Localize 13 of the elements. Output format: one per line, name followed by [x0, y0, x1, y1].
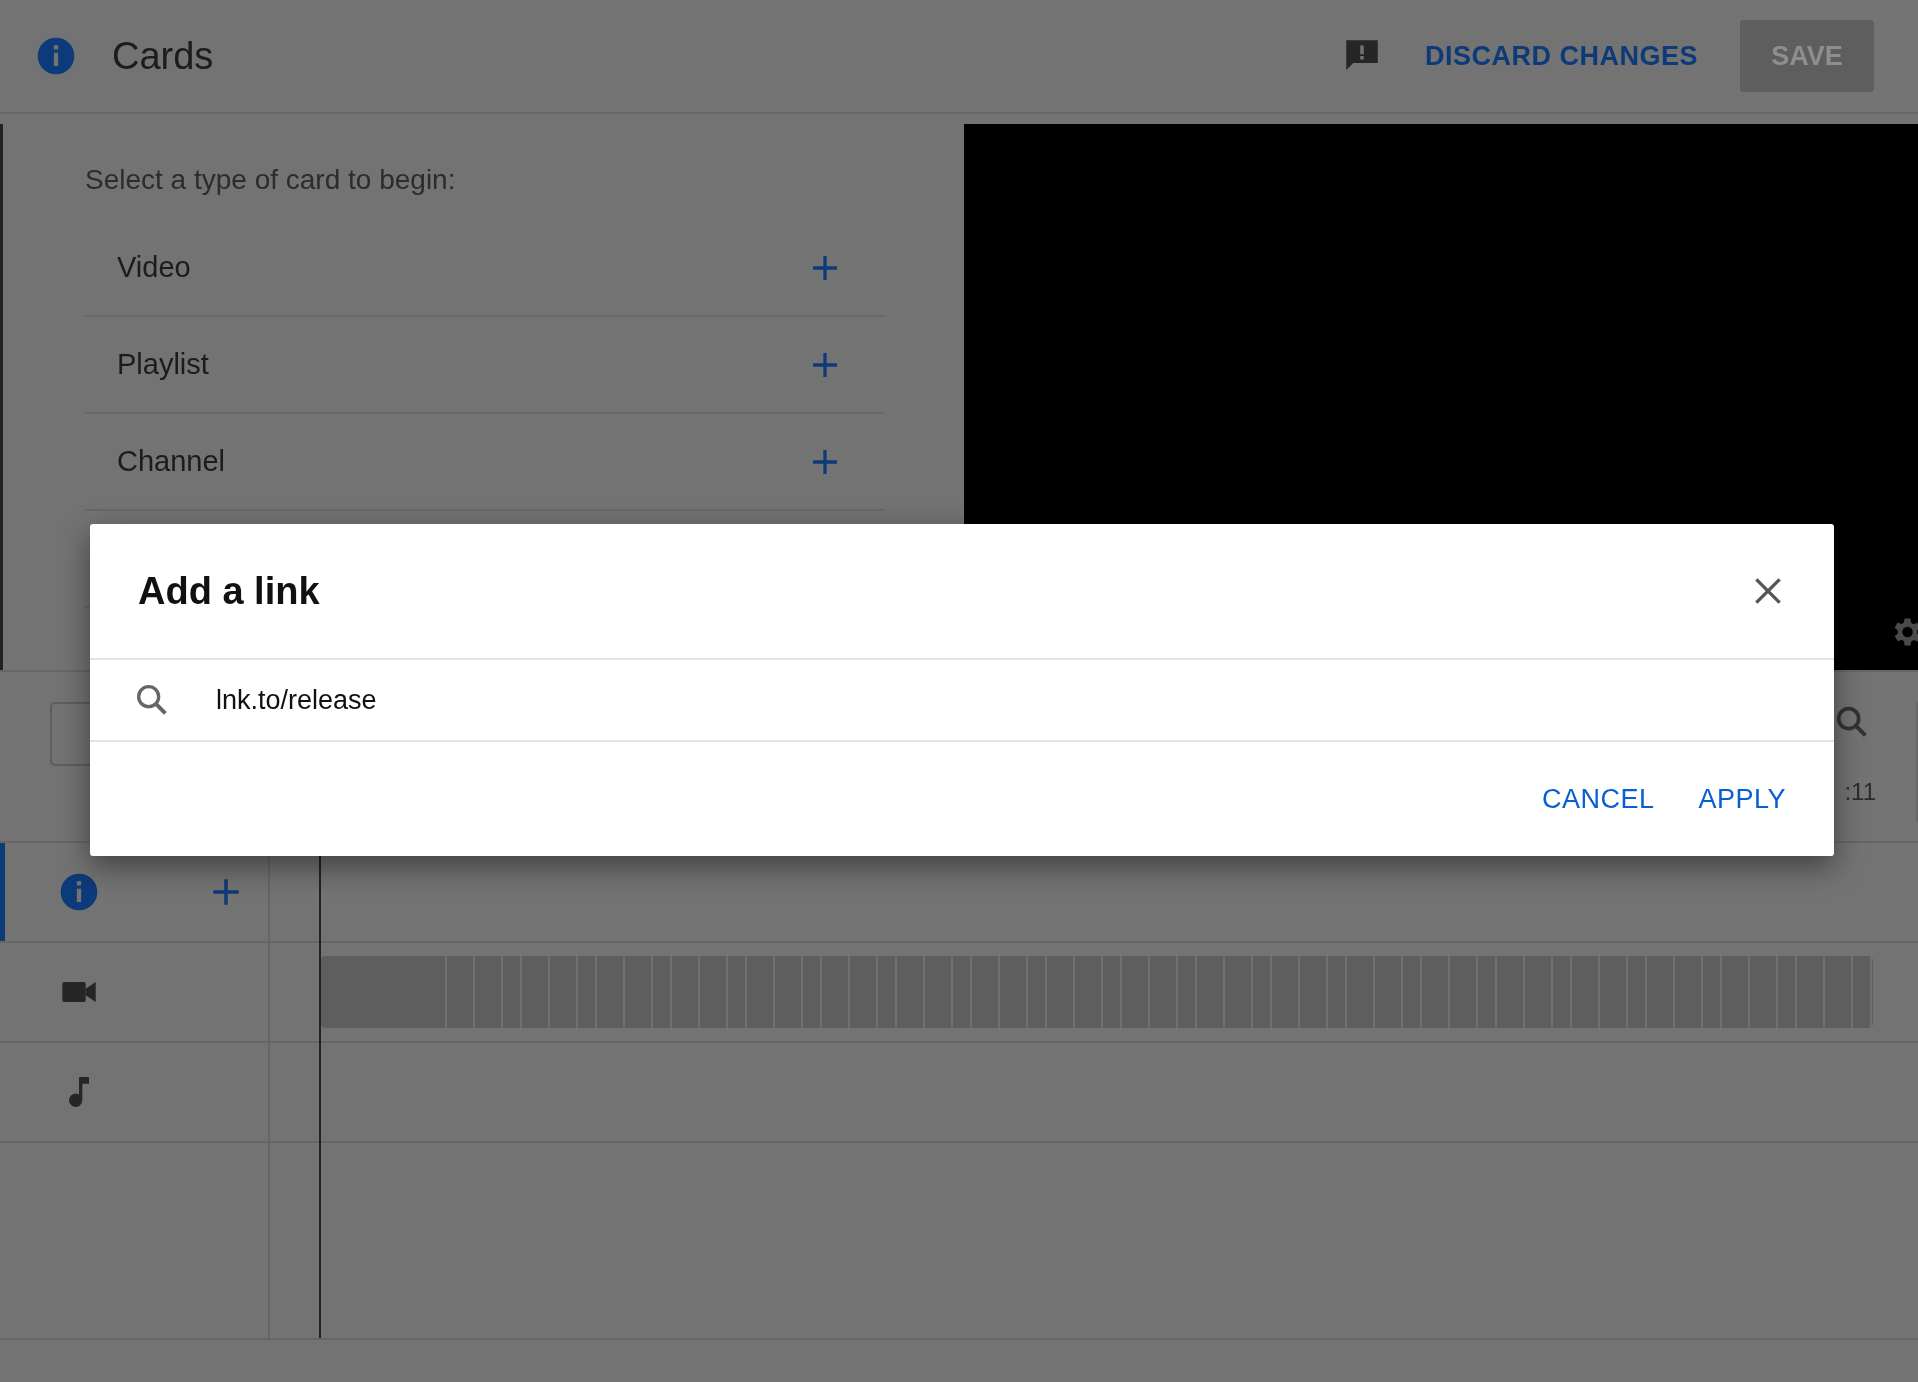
info-icon	[59, 872, 99, 912]
card-type-row[interactable]: Playlist	[85, 317, 885, 414]
prompt-text: Select a type of card to begin:	[85, 164, 457, 196]
apply-button[interactable]: APPLY	[1684, 773, 1800, 825]
card-type-row[interactable]: Video	[85, 220, 885, 317]
info-icon	[36, 36, 76, 76]
discard-changes-button[interactable]: DISCARD CHANGES	[1418, 39, 1704, 73]
cancel-button[interactable]: CANCEL	[1527, 773, 1669, 825]
dialog-title: Add a link	[138, 569, 320, 613]
page-title: Cards	[112, 34, 214, 78]
card-type-row[interactable]: Channel	[85, 414, 885, 511]
time-label: :11	[1844, 778, 1876, 806]
link-search-field[interactable]: lnk.to/release	[216, 684, 1616, 716]
